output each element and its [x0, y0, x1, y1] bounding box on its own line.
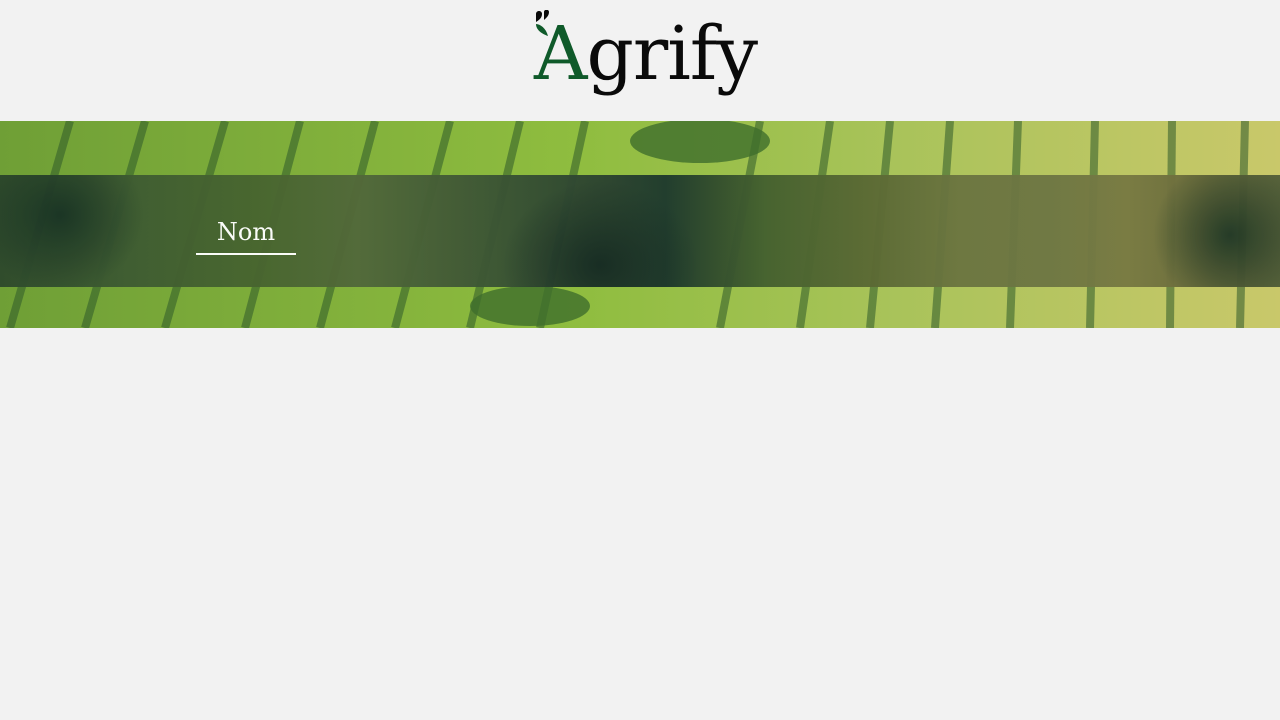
- agrify-logo[interactable]: Agrify: [534, 6, 758, 102]
- hero-banner: Nom: [0, 121, 1280, 328]
- logo-wordmark: Agrify: [534, 6, 758, 102]
- tab-nom[interactable]: Nom: [196, 215, 296, 255]
- tab-band: Nom: [0, 175, 1280, 287]
- main-content: [0, 328, 1280, 720]
- logo-first-letter: A: [534, 11, 587, 97]
- site-header: Agrify: [0, 0, 1280, 121]
- logo-rest: grify: [586, 11, 758, 97]
